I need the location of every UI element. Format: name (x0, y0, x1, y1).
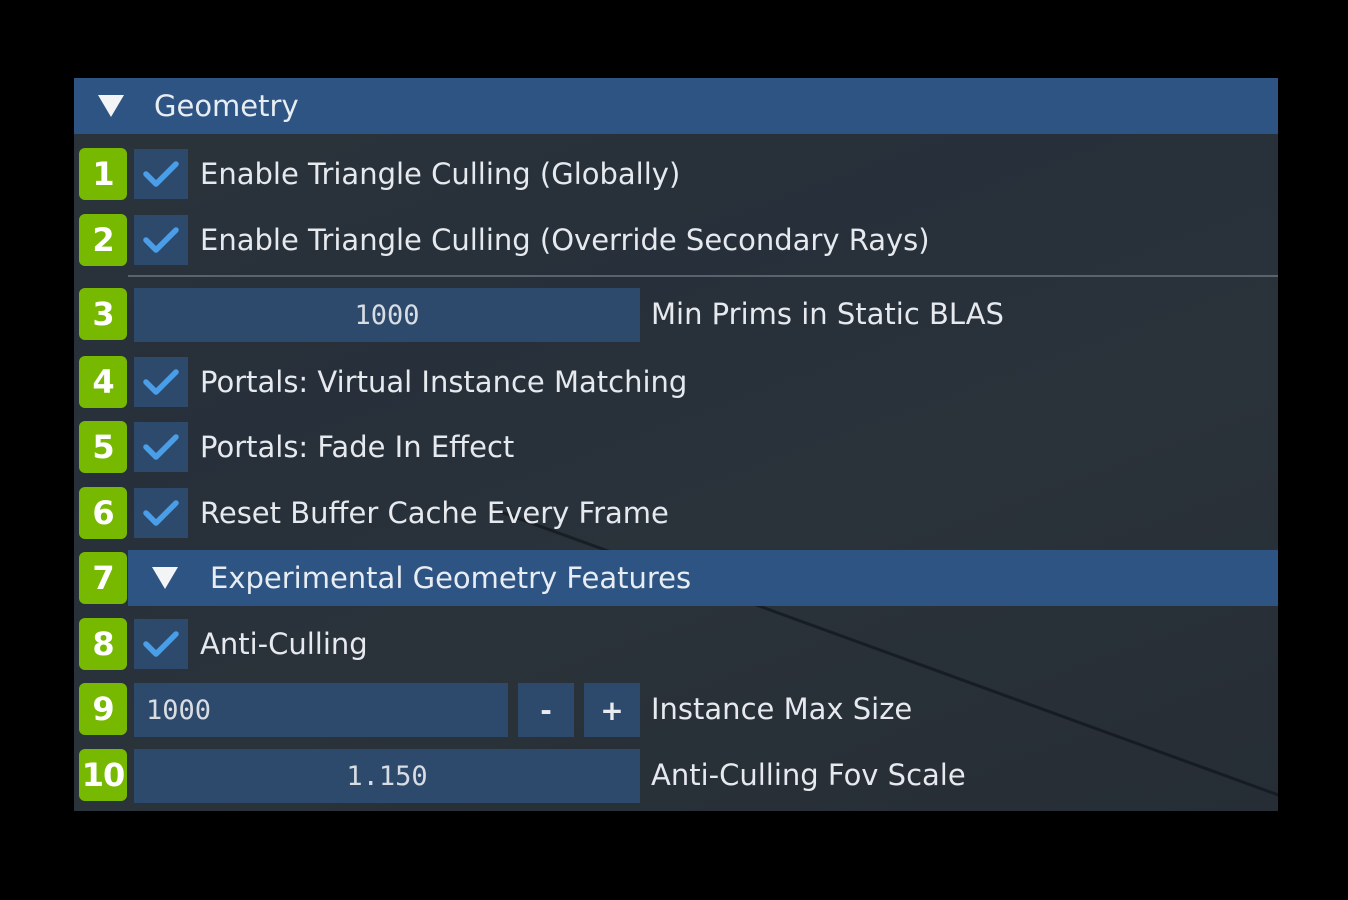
geometry-section-header[interactable]: Geometry (74, 78, 1278, 134)
checkbox-label: Anti-Culling (200, 627, 368, 661)
enable-triangle-culling-globally-checkbox[interactable] (134, 149, 188, 199)
slider-label: Min Prims in Static BLAS (651, 297, 1004, 331)
section-title: Experimental Geometry Features (210, 561, 692, 595)
step-badge: 5 (79, 421, 127, 473)
checkmark-icon (143, 227, 179, 253)
portals-virtual-instance-matching-checkbox[interactable] (134, 357, 188, 407)
portals-fade-in-effect-checkbox[interactable] (134, 422, 188, 472)
checkmark-icon (143, 500, 179, 526)
checkbox-label: Enable Triangle Culling (Globally) (200, 157, 681, 191)
experimental-geometry-features-header[interactable]: Experimental Geometry Features (128, 550, 1278, 606)
step-badge: 4 (79, 356, 127, 408)
triangle-down-icon (98, 95, 124, 117)
checkbox-label: Portals: Fade In Effect (200, 430, 515, 464)
slider-label: Anti-Culling Fov Scale (651, 758, 966, 792)
row-enable-triangle-culling-globally: 1 Enable Triangle Culling (Globally) (74, 146, 1278, 202)
geometry-panel: Geometry 1 Enable Triangle Culling (Glob… (74, 78, 1278, 811)
step-badge: 6 (79, 487, 127, 539)
row-portals-fade-in-effect: 5 Portals: Fade In Effect (74, 419, 1278, 475)
row-min-prims-static-blas: 3 1000 Min Prims in Static BLAS (74, 286, 1278, 342)
decrement-button[interactable]: - (518, 683, 574, 737)
checkbox-label: Reset Buffer Cache Every Frame (200, 496, 669, 530)
anti-culling-checkbox[interactable] (134, 619, 188, 669)
separator (128, 275, 1278, 277)
row-reset-buffer-cache: 6 Reset Buffer Cache Every Frame (74, 485, 1278, 541)
row-enable-triangle-culling-override: 2 Enable Triangle Culling (Override Seco… (74, 212, 1278, 268)
checkmark-icon (143, 434, 179, 460)
section-title: Geometry (154, 89, 299, 123)
checkmark-icon (143, 631, 179, 657)
step-badge: 1 (79, 148, 127, 200)
step-badge: 3 (79, 288, 127, 340)
triangle-down-icon (152, 567, 178, 589)
instance-max-size-input[interactable]: 1000 (134, 683, 508, 737)
step-badge: 8 (79, 618, 127, 670)
min-prims-slider[interactable]: 1000 (134, 288, 640, 342)
checkbox-label: Enable Triangle Culling (Override Second… (200, 223, 930, 257)
row-anti-culling-fov-scale: 10 1.150 Anti-Culling Fov Scale (74, 747, 1278, 803)
row-anti-culling: 8 Anti-Culling (74, 616, 1278, 672)
step-badge: 7 (79, 552, 127, 604)
row-portals-virtual-instance-matching: 4 Portals: Virtual Instance Matching (74, 354, 1278, 410)
step-badge: 10 (79, 749, 127, 801)
step-badge: 9 (79, 683, 127, 735)
step-badge: 2 (79, 214, 127, 266)
row-instance-max-size: 9 1000 - + Instance Max Size (74, 681, 1278, 737)
input-label: Instance Max Size (651, 692, 913, 726)
enable-triangle-culling-override-checkbox[interactable] (134, 215, 188, 265)
checkmark-icon (143, 161, 179, 187)
anti-culling-fov-scale-slider[interactable]: 1.150 (134, 749, 640, 803)
checkbox-label: Portals: Virtual Instance Matching (200, 365, 688, 399)
checkmark-icon (143, 369, 179, 395)
reset-buffer-cache-checkbox[interactable] (134, 488, 188, 538)
increment-button[interactable]: + (584, 683, 640, 737)
